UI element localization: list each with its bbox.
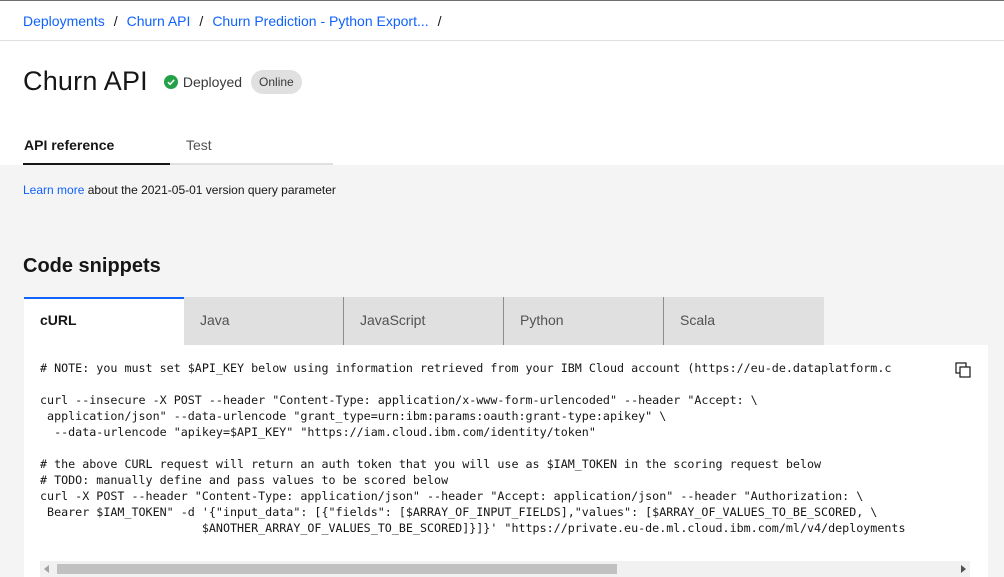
version-info-text: about the 2021-05-01 version query param… [84,183,336,197]
breadcrumb-churn-api[interactable]: Churn API [127,13,191,29]
scroll-left-arrow-icon[interactable] [44,565,49,573]
code-snippet-panel: # NOTE: you must set $API_KEY below usin… [24,345,988,577]
breadcrumb: Deployments / Churn API / Churn Predicti… [0,1,1004,41]
title-row: Churn API Deployed Online [23,66,302,97]
tab-api-reference[interactable]: API reference [23,127,170,165]
code-tab-javascript[interactable]: JavaScript [344,297,504,345]
status-label: Deployed [182,73,243,90]
scroll-right-arrow-icon[interactable] [961,565,966,573]
status-tag: Online [251,69,302,94]
breadcrumb-churn-prediction[interactable]: Churn Prediction - Python Export... [212,13,428,29]
copy-icon[interactable] [954,361,972,379]
version-info: Learn more about the 2021-05-01 version … [23,183,336,197]
code-tab-java[interactable]: Java [184,297,344,345]
breadcrumb-separator: / [437,12,442,29]
code-snippet-tabs: cURL Java JavaScript Python Scala [24,297,824,345]
checkmark-filled-icon [163,74,178,89]
code-tab-python[interactable]: Python [504,297,664,345]
learn-more-link[interactable]: Learn more [23,183,84,197]
code-tab-curl[interactable]: cURL [24,297,184,345]
horizontal-scrollbar[interactable] [40,561,970,577]
page-tabs: API reference Test [23,127,333,165]
page-title: Churn API [23,66,148,96]
code-tab-scala[interactable]: Scala [664,297,824,345]
breadcrumb-separator: / [199,12,204,29]
code-snippets-title: Code snippets [23,255,161,277]
code-snippet[interactable]: # NOTE: you must set $API_KEY below usin… [40,360,954,536]
deployment-status: Deployed [163,73,243,90]
breadcrumb-deployments[interactable]: Deployments [23,13,105,29]
breadcrumb-separator: / [113,12,118,29]
tab-test[interactable]: Test [170,127,212,165]
scrollbar-thumb[interactable] [57,564,617,574]
